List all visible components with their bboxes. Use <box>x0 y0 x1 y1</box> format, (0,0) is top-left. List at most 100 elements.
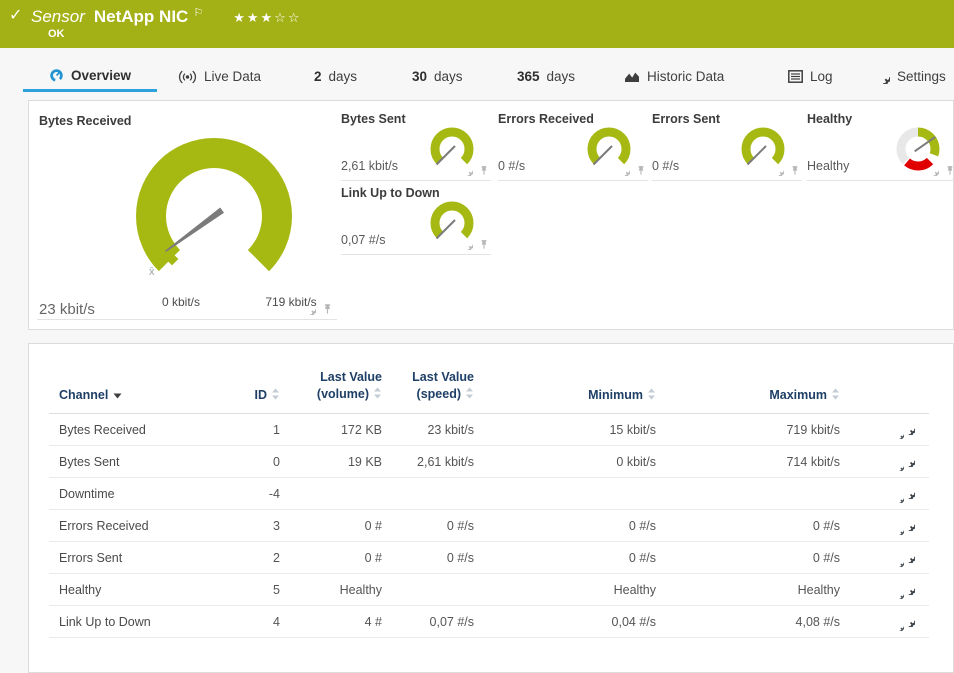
table-row: Downtime -4 <box>49 478 929 510</box>
last-value-volume: Healthy <box>280 574 382 606</box>
minimum-value: 0 kbit/s <box>474 446 656 478</box>
channel-edit-icon[interactable] <box>895 517 915 535</box>
channel-edit-icon[interactable] <box>895 485 915 503</box>
tab-log[interactable]: Log <box>788 61 833 92</box>
maximum-value: 719 kbit/s <box>656 414 840 446</box>
gauge-settings-icon[interactable] <box>462 239 473 250</box>
sort-icon <box>465 387 474 404</box>
maximum-value: 4,08 #/s <box>656 606 840 638</box>
gauge-cell-errors-sent: Errors Sent 0 #/s <box>652 109 802 181</box>
bytes-received-gauge: x̄ <box>124 131 304 291</box>
area-chart-icon <box>624 70 640 84</box>
status-badge: OK <box>48 28 65 40</box>
channel-id: 0 <box>234 446 280 478</box>
channel-name: Errors Received <box>49 510 234 542</box>
channel-table-panel: Channel ID Last Value (volume) Last Valu… <box>28 343 954 673</box>
maximum-value: 0 #/s <box>656 510 840 542</box>
maximum-value: Healthy <box>656 574 840 606</box>
minimum-value: 0 #/s <box>474 542 656 574</box>
gauge-current-value: 0,07 #/s <box>341 233 385 247</box>
table-row: Link Up to Down 4 4 # 0,07 #/s 0,04 #/s … <box>49 606 929 638</box>
column-label: Last Value <box>280 370 382 386</box>
column-sublabel: (speed) <box>417 387 461 401</box>
table-row: Errors Sent 2 0 # 0 #/s 0 #/s 0 #/s <box>49 542 929 574</box>
gauge-settings-icon[interactable] <box>304 303 316 315</box>
sort-icon <box>271 388 280 403</box>
minimum-value <box>474 478 656 510</box>
channel-edit-icon[interactable] <box>895 613 915 631</box>
gauge-scale-min: 0 kbit/s <box>141 295 221 309</box>
column-label: Maximum <box>769 388 827 402</box>
tab-number: 2 <box>314 69 322 84</box>
last-value-volume: 0 # <box>280 542 382 574</box>
tab-label: days <box>329 69 358 84</box>
column-header-last-value-speed[interactable]: Last Value (speed) <box>382 370 474 414</box>
column-label: ID <box>255 388 268 402</box>
gauge-title: Link Up to Down <box>341 186 440 200</box>
sensor-kind-label: Sensor <box>31 7 85 27</box>
gauge-current-value: 23 kbit/s <box>39 301 95 318</box>
maximum-value: 714 kbit/s <box>656 446 840 478</box>
gauge-pin-icon[interactable] <box>945 165 954 176</box>
tab-2-days[interactable]: 2 days <box>314 61 357 92</box>
gauge-settings-icon[interactable] <box>462 165 473 176</box>
gauge-pin-icon[interactable] <box>479 239 489 250</box>
tab-365-days[interactable]: 365 days <box>517 61 575 92</box>
channel-table: Channel ID Last Value (volume) Last Valu… <box>49 370 929 638</box>
tab-label: days <box>434 69 463 84</box>
maximum-value: 0 #/s <box>656 542 840 574</box>
gear-icon <box>876 70 890 84</box>
table-row: Errors Received 3 0 # 0 #/s 0 #/s 0 #/s <box>49 510 929 542</box>
tab-label: Log <box>810 69 833 84</box>
maximum-value <box>656 478 840 510</box>
gauge-cell-bytes-received: Bytes Received x̄ 0 kbit/s 719 kbit/s 23… <box>37 109 337 320</box>
gauge-current-value: 2,61 kbit/s <box>341 159 398 173</box>
tab-label: days <box>547 69 576 84</box>
column-label: Channel <box>59 388 108 402</box>
gauge-settings-icon[interactable] <box>619 165 630 176</box>
channel-edit-icon[interactable] <box>895 549 915 567</box>
status-check-icon: ✓ <box>9 5 22 25</box>
column-header-id[interactable]: ID <box>234 370 280 414</box>
overview-gauges-panel: Bytes Received x̄ 0 kbit/s 719 kbit/s 23… <box>28 100 954 330</box>
sensor-title: Sensor NetApp NIC ⚐ ★★★☆☆ <box>31 7 301 27</box>
channel-edit-icon[interactable] <box>895 453 915 471</box>
gauge-pin-icon[interactable] <box>790 165 800 176</box>
column-header-maximum[interactable]: Maximum <box>656 370 840 414</box>
minimum-value: 0,04 #/s <box>474 606 656 638</box>
tab-number: 365 <box>517 69 540 84</box>
table-row: Healthy 5 Healthy Healthy Healthy <box>49 574 929 606</box>
channel-name: Healthy <box>49 574 234 606</box>
tab-settings[interactable]: Settings <box>876 61 946 92</box>
channel-id: 3 <box>234 510 280 542</box>
gauge-pin-icon[interactable] <box>479 165 489 176</box>
channel-name: Link Up to Down <box>49 606 234 638</box>
last-value-volume <box>280 478 382 510</box>
gauge-title: Healthy <box>807 112 852 126</box>
average-marker: x̄ <box>149 266 155 278</box>
tab-overview[interactable]: Overview <box>23 61 157 92</box>
gauge-settings-icon[interactable] <box>773 165 784 176</box>
sensor-name: NetApp NIC <box>94 7 188 27</box>
priority-stars[interactable]: ★★★☆☆ <box>233 10 301 26</box>
gauge-pin-icon[interactable] <box>322 303 333 315</box>
channel-edit-icon[interactable] <box>895 581 915 599</box>
column-header-last-value-volume[interactable]: Last Value (volume) <box>280 370 382 414</box>
tab-live-data[interactable]: Live Data <box>178 61 261 92</box>
channel-id: 2 <box>234 542 280 574</box>
gauge-pin-icon[interactable] <box>636 165 646 176</box>
last-value-speed <box>382 574 474 606</box>
last-value-speed: 0 #/s <box>382 542 474 574</box>
gauge-current-value: Healthy <box>807 159 849 173</box>
gauge-settings-icon[interactable] <box>928 165 939 176</box>
channel-edit-icon[interactable] <box>895 421 915 439</box>
column-header-channel[interactable]: Channel <box>49 370 234 414</box>
flag-icon[interactable]: ⚐ <box>193 6 203 19</box>
sensor-header: ✓ Sensor NetApp NIC ⚐ ★★★☆☆ OK <box>0 0 954 48</box>
last-value-speed <box>382 478 474 510</box>
gauge-cell-healthy: Healthy Healthy <box>807 109 954 181</box>
tab-30-days[interactable]: 30 days <box>412 61 463 92</box>
broadcast-icon <box>178 70 197 84</box>
column-header-minimum[interactable]: Minimum <box>474 370 656 414</box>
tab-historic-data[interactable]: Historic Data <box>624 61 724 92</box>
